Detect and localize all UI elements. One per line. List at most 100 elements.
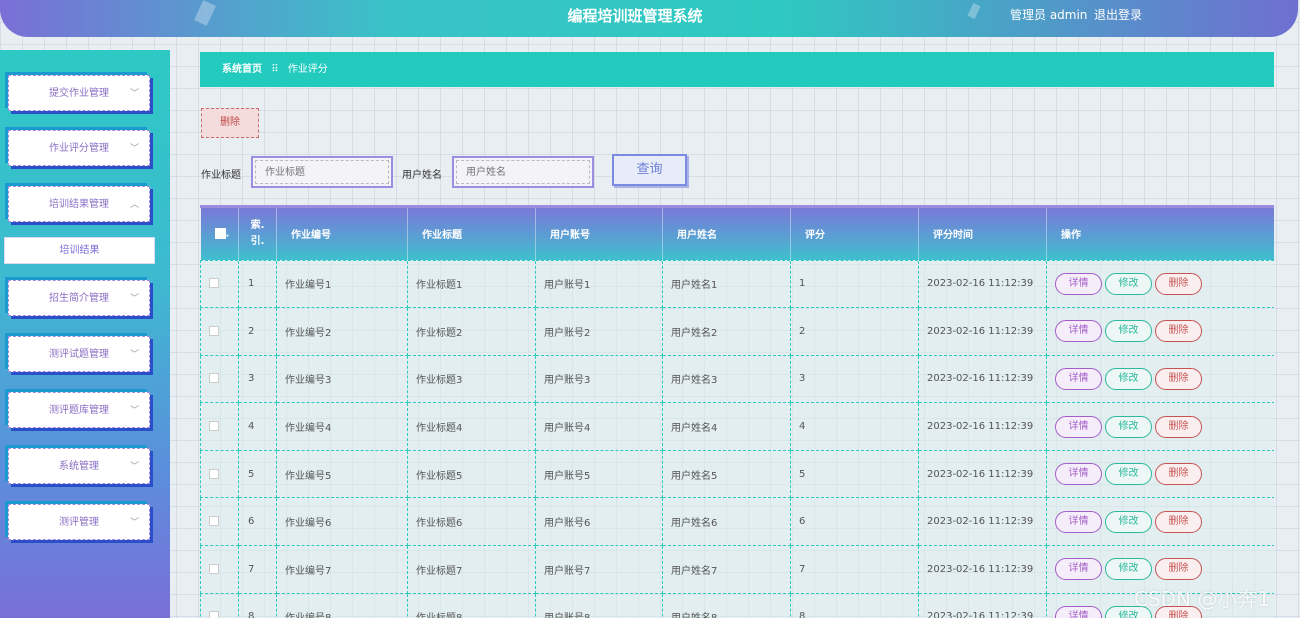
chevron-down-icon: ﹀ <box>129 518 139 528</box>
delete-button[interactable]: 删除 <box>1155 558 1202 581</box>
chevron-down-icon: ﹀ <box>129 89 139 99</box>
cell-title: 作业标题7 <box>407 545 536 594</box>
cell-account: 用户账号7 <box>535 545 663 594</box>
chevron-down-icon: ﹀ <box>129 406 139 416</box>
detail-button[interactable]: 详情 <box>1055 367 1102 390</box>
sidebar-item-question-bank[interactable]: 测评题库管理 ﹀ <box>8 392 150 428</box>
cell-score: 1 <box>790 259 919 309</box>
cell-index: 4 <box>238 402 277 451</box>
sidebar-item-enrollment-intro[interactable]: 招生简介管理 ﹀ <box>8 280 150 316</box>
delete-button[interactable]: 删除 <box>1155 320 1202 343</box>
user-name-search-input[interactable] <box>452 156 594 188</box>
batch-delete-button[interactable]: 删除 <box>201 108 259 138</box>
cell-title: 作业标题5 <box>407 449 536 499</box>
table-header-row: . 索. 引. 作业编号 作业标题 用户账号 用户姓名 评分 评分时间 操作 <box>200 208 1274 260</box>
cell-index: 7 <box>238 545 277 594</box>
cell-code: 作业编号8 <box>276 592 408 618</box>
detail-button[interactable]: 详情 <box>1055 415 1102 438</box>
cell-code: 作业编号6 <box>276 497 408 547</box>
row-checkbox[interactable] <box>200 354 239 404</box>
cell-time: 2023-02-16 11:12:39 <box>918 402 1047 451</box>
delete-button[interactable]: 删除 <box>1155 463 1202 486</box>
cell-time: 2023-02-16 11:12:39 <box>918 545 1047 594</box>
chevron-up-icon: ︿ <box>129 200 139 210</box>
cell-time: 2023-02-16 11:12:39 <box>918 354 1047 404</box>
sidebar-item-label: 系统管理 <box>59 461 99 472</box>
cell-name: 用户姓名5 <box>662 449 791 499</box>
detail-button[interactable]: 详情 <box>1055 510 1102 533</box>
breadcrumb-separator-icon: ⠿ <box>271 64 279 75</box>
cell-score: 8 <box>790 592 919 618</box>
breadcrumb-home[interactable]: 系统首页 <box>222 64 262 75</box>
delete-button[interactable]: 删除 <box>1155 367 1202 390</box>
sidebar-item-label: 提交作业管理 <box>49 88 109 99</box>
edit-button[interactable]: 修改 <box>1105 272 1152 295</box>
cell-title: 作业标题2 <box>407 307 536 356</box>
cell-actions: 详情 修改 删除 <box>1046 402 1274 451</box>
cell-time: 2023-02-16 11:12:39 <box>918 307 1047 356</box>
row-checkbox[interactable] <box>200 259 239 309</box>
delete-button[interactable]: 删除 <box>1155 272 1202 295</box>
chevron-down-icon: ﹀ <box>129 462 139 472</box>
sidebar-item-system[interactable]: 系统管理 ﹀ <box>8 448 150 484</box>
delete-button[interactable]: 删除 <box>1155 510 1202 533</box>
table-row: 5 作业编号5 作业标题5 用户账号5 用户姓名5 5 2023-02-16 11:12:3… <box>200 449 1274 499</box>
cell-name: 用户姓名8 <box>662 592 791 618</box>
row-checkbox[interactable] <box>200 497 239 547</box>
row-checkbox[interactable] <box>200 402 239 451</box>
edit-button[interactable]: 修改 <box>1105 558 1152 581</box>
breadcrumb-current: 作业评分 <box>287 64 328 75</box>
cell-code: 作业编号3 <box>276 354 408 404</box>
column-header-title: 作业标题 <box>407 208 536 260</box>
chevron-down-icon: ﹀ <box>129 350 139 360</box>
cell-name: 用户姓名2 <box>662 307 791 356</box>
cell-score: 7 <box>790 545 919 594</box>
row-checkbox[interactable] <box>200 545 239 594</box>
table-row: 2 作业编号2 作业标题2 用户账号2 用户姓名2 2 2023-02-16 11:12:3… <box>200 307 1274 356</box>
cell-index: 2 <box>238 307 277 356</box>
row-checkbox[interactable] <box>200 449 239 499</box>
sidebar-item-homework-scoring[interactable]: 作业评分管理 ﹀ <box>8 130 150 166</box>
sidebar-item-test-questions[interactable]: 测评试题管理 ﹀ <box>8 336 150 372</box>
current-user: 管理员 admin <box>1010 8 1088 22</box>
delete-button[interactable]: 删除 <box>1155 415 1202 438</box>
cell-actions: 详情 修改 删除 <box>1046 259 1274 309</box>
cell-account: 用户账号2 <box>535 307 663 356</box>
sidebar-item-submit-homework[interactable]: 提交作业管理 ﹀ <box>8 75 150 111</box>
sidebar-item-label: 测评管理 <box>59 517 99 528</box>
cell-actions: 详情 修改 删除 <box>1046 354 1274 404</box>
logout-link[interactable]: 退出登录 <box>1094 6 1142 23</box>
data-table: . 索. 引. 作业编号 作业标题 用户账号 用户姓名 评分 评分时间 操作 1 作… <box>200 205 1274 618</box>
edit-button[interactable]: 修改 <box>1105 320 1152 343</box>
chevron-down-icon: ﹀ <box>129 294 139 304</box>
cell-code: 作业编号2 <box>276 307 408 356</box>
column-header-time: 评分时间 <box>918 208 1047 260</box>
cell-account: 用户账号8 <box>535 592 663 618</box>
edit-button[interactable]: 修改 <box>1105 463 1152 486</box>
select-all-checkbox[interactable]: . <box>200 208 239 260</box>
row-checkbox[interactable] <box>200 592 239 618</box>
column-header-index: 索. 引. <box>238 208 277 260</box>
sidebar-subitem-training-result[interactable]: 培训结果 <box>4 237 155 264</box>
row-checkbox[interactable] <box>200 307 239 356</box>
edit-button[interactable]: 修改 <box>1105 415 1152 438</box>
cell-name: 用户姓名4 <box>662 402 791 451</box>
sidebar-item-assessment[interactable]: 测评管理 ﹀ <box>8 504 150 540</box>
edit-button[interactable]: 修改 <box>1105 510 1152 533</box>
detail-button[interactable]: 详情 <box>1055 320 1102 343</box>
detail-button[interactable]: 详情 <box>1055 605 1102 618</box>
detail-button[interactable]: 详情 <box>1055 463 1102 486</box>
detail-button[interactable]: 详情 <box>1055 558 1102 581</box>
search-button[interactable]: 查询 <box>612 154 687 186</box>
cell-name: 用户姓名6 <box>662 497 791 547</box>
column-header-code: 作业编号 <box>276 208 408 260</box>
edit-button[interactable]: 修改 <box>1105 367 1152 390</box>
sidebar-item-training-results[interactable]: 培训结果管理 ︿ <box>8 186 150 222</box>
detail-button[interactable]: 详情 <box>1055 272 1102 295</box>
sidebar-item-label: 测评试题管理 <box>49 349 109 360</box>
cell-account: 用户账号1 <box>535 259 663 309</box>
table-row: 4 作业编号4 作业标题4 用户账号4 用户姓名4 4 2023-02-16 11:12:3… <box>200 402 1274 451</box>
cell-account: 用户账号6 <box>535 497 663 547</box>
cell-score: 3 <box>790 354 919 404</box>
title-search-input[interactable] <box>251 156 393 188</box>
